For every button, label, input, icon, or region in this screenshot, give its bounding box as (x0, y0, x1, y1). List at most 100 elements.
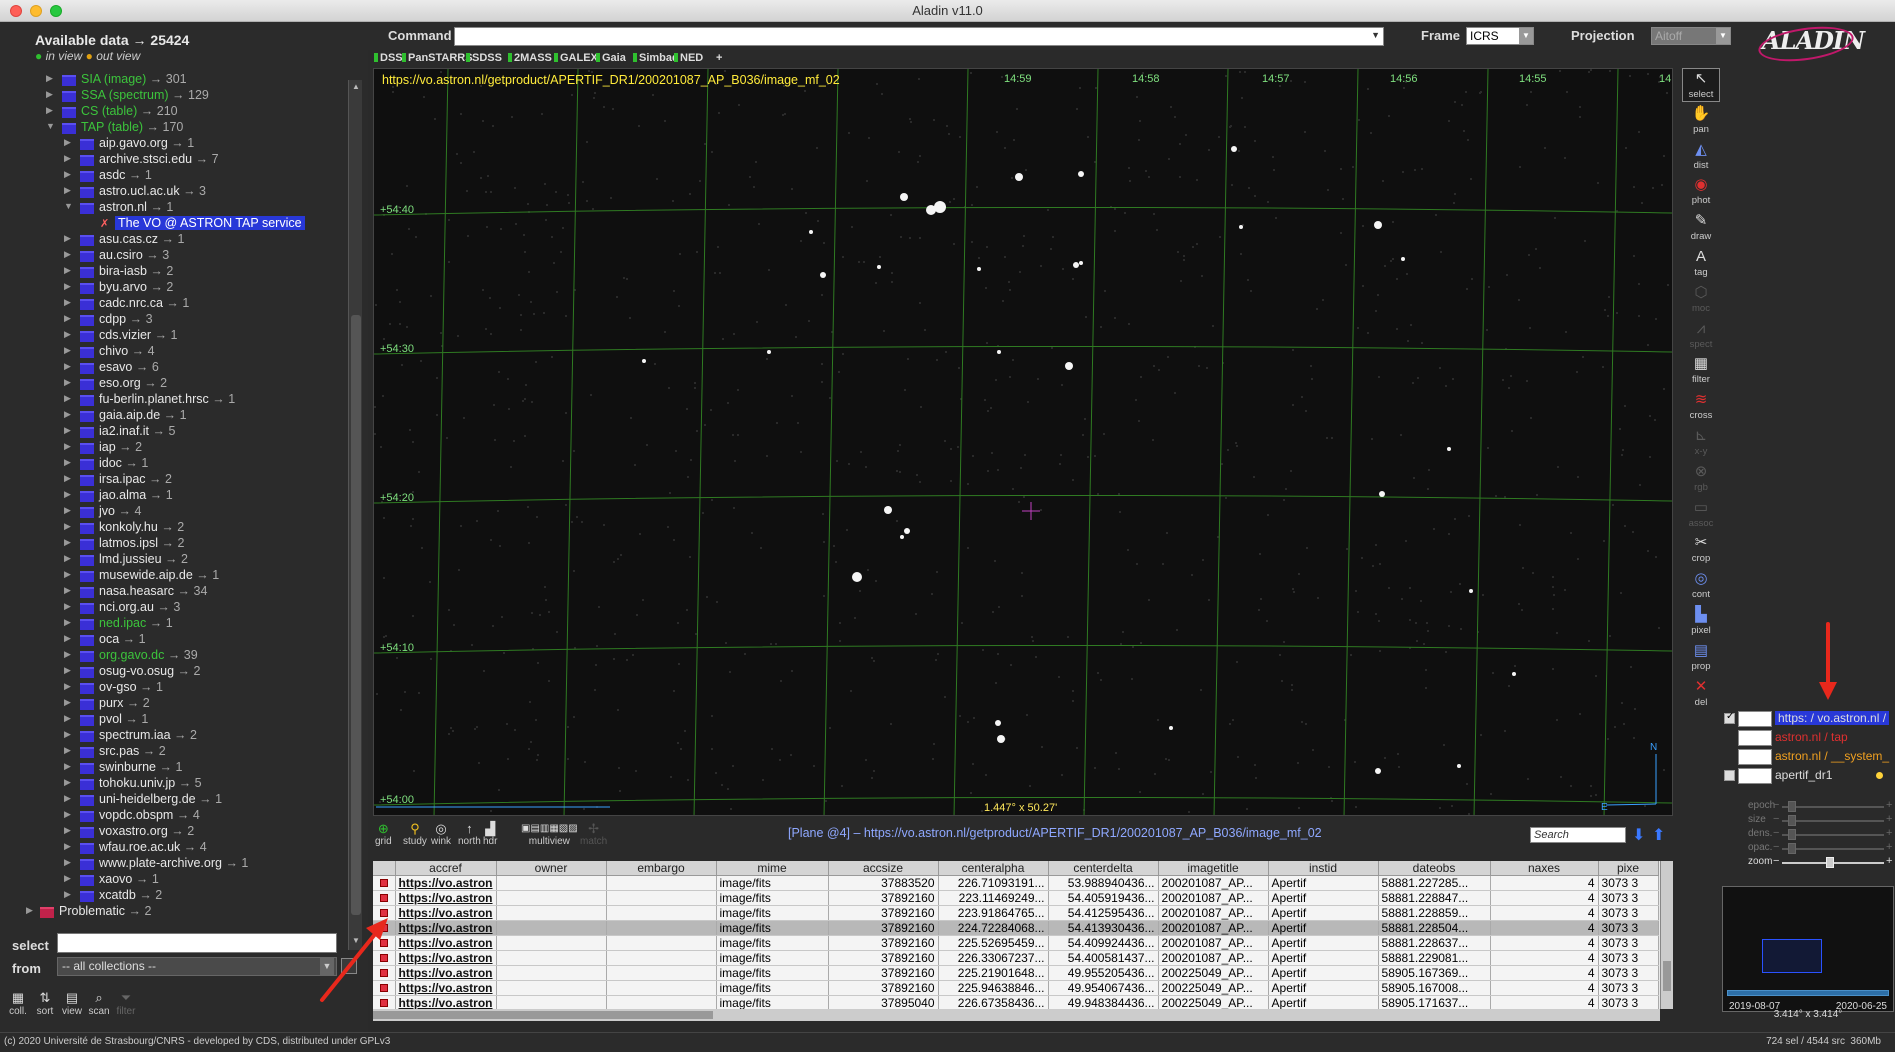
expanded-arrow-icon[interactable]: ▼ (46, 121, 56, 131)
tree-scrollbar-thumb[interactable] (351, 315, 361, 915)
collapsed-arrow-icon[interactable]: ▶ (64, 553, 74, 564)
collapsed-arrow-icon[interactable]: ▶ (64, 601, 74, 612)
tool-hdr[interactable]: ▟ hdr (483, 822, 497, 848)
collapsed-arrow-icon[interactable]: ▶ (64, 777, 74, 788)
tree-item[interactable]: ▶ Problematic → 2 (0, 904, 345, 920)
frame-dropdown[interactable]: ICRS ▼ (1466, 27, 1534, 45)
tool-filter[interactable]: ⏷ filter (110, 990, 142, 1017)
tree-item[interactable]: ▶ nci.org.au → 3 (0, 600, 345, 616)
tree-item[interactable]: ▶ idoc → 1 (0, 456, 345, 472)
tool-wink[interactable]: ◎ wink (431, 822, 451, 848)
plus-icon[interactable]: + (1886, 841, 1892, 853)
plus-icon[interactable]: + (1886, 799, 1892, 811)
row-marker-cell[interactable] (373, 965, 396, 981)
row-marker-cell[interactable] (373, 890, 396, 906)
slider-zoom[interactable]: zoom − + (1720, 855, 1895, 870)
survey-add[interactable]: + (716, 52, 722, 64)
tree-item[interactable]: ▶ swinburne → 1 (0, 760, 345, 776)
tool-multiview[interactable]: ▣▤▥▦▧▨ multiview (521, 822, 578, 847)
tool-match[interactable]: ✢ match (580, 822, 607, 848)
row-marker-cell[interactable] (373, 980, 396, 996)
tree-item[interactable]: ▶ ia2.inaf.it → 5 (0, 424, 345, 440)
cell-accref[interactable]: https://vo.astron (395, 905, 497, 921)
tree-item[interactable]: ▶ au.csiro → 3 (0, 248, 345, 264)
tree-item[interactable]: ▶ cadc.nrc.ca → 1 (0, 296, 345, 312)
collapsed-arrow-icon[interactable]: ▶ (64, 729, 74, 740)
table-horizontal-scrollbar[interactable] (373, 1009, 1660, 1021)
tool-xy[interactable]: ⊾ x-y (1682, 426, 1720, 460)
collapsed-arrow-icon[interactable]: ▶ (64, 329, 74, 340)
tool-grid[interactable]: ⊕ grid (375, 822, 392, 848)
collapsed-arrow-icon[interactable]: ▶ (64, 745, 74, 756)
tree-item[interactable]: ▶ aip.gavo.org → 1 (0, 136, 345, 152)
table-row[interactable]: https://vo.astron image/fits 37892160 225.5… (373, 935, 1659, 951)
tree-item[interactable]: ▶ konkoly.hu → 2 (0, 520, 345, 536)
collapsed-arrow-icon[interactable]: ▶ (64, 169, 74, 180)
table-row[interactable]: https://vo.astron image/fits 37892160 226.3… (373, 950, 1659, 966)
column-header-naxes[interactable]: naxes (1490, 861, 1599, 876)
collapsed-arrow-icon[interactable]: ▶ (64, 761, 74, 772)
table-row[interactable]: https://vo.astron image/fits 37895040 226.6… (373, 995, 1659, 1009)
collapsed-arrow-icon[interactable]: ▶ (64, 713, 74, 724)
projection-dropdown[interactable]: Aitoff ▼ (1651, 27, 1731, 45)
tree-item[interactable]: ▶ nasa.heasarc → 34 (0, 584, 345, 600)
collapsed-arrow-icon[interactable]: ▶ (64, 617, 74, 628)
scroll-down-icon[interactable]: ▼ (351, 936, 361, 948)
tool-filter[interactable]: ▦ filter (1682, 354, 1720, 388)
layer-item[interactable]: astron.nl / tap (1720, 729, 1895, 747)
tree-item[interactable]: ▶ wfau.roe.ac.uk → 4 (0, 840, 345, 856)
tree-item[interactable]: ▶ xcatdb → 2 (0, 888, 345, 904)
tree-scrollbar[interactable]: ▲ ▼ (348, 80, 362, 950)
column-header-mime[interactable]: mime (716, 861, 829, 876)
tree-item[interactable]: ▶ src.pas → 2 (0, 744, 345, 760)
collapsed-arrow-icon[interactable]: ▶ (64, 841, 74, 852)
collapsed-arrow-icon[interactable]: ▶ (64, 681, 74, 692)
cell-accref[interactable]: https://vo.astron (395, 995, 497, 1009)
slider-knob[interactable] (1788, 815, 1796, 826)
slider-knob[interactable] (1788, 801, 1796, 812)
table-vertical-scrollbar[interactable] (1660, 861, 1673, 1009)
slider-epoch[interactable]: epoch − + (1720, 799, 1895, 814)
tool-north[interactable]: ↑ north (458, 822, 481, 848)
tree-item[interactable]: ▶ voxastro.org → 2 (0, 824, 345, 840)
table-row[interactable]: https://vo.astron image/fits 37883520 226.7… (373, 875, 1659, 891)
slider-opac[interactable]: opac. − + (1720, 841, 1895, 856)
tree-item[interactable]: ▶ eso.org → 2 (0, 376, 345, 392)
tree-item[interactable]: ✗ The VO @ ASTRON TAP service (0, 216, 345, 232)
column-header-centerdelta[interactable]: centerdelta (1048, 861, 1159, 876)
select-filter-input[interactable] (57, 933, 337, 953)
collapsed-arrow-icon[interactable]: ▶ (64, 441, 74, 452)
survey-sdss[interactable]: SDSS (466, 52, 502, 64)
layer-item[interactable]: astron.nl / __system_ (1720, 748, 1895, 766)
plus-icon[interactable]: + (1886, 827, 1892, 839)
layer-item[interactable]: apertif_dr1 (1720, 767, 1895, 785)
tree-item[interactable]: ▼ TAP (table) → 170 (0, 120, 345, 136)
table-search-input[interactable]: Search (1530, 827, 1626, 843)
tree-item[interactable]: ▶ jvo → 4 (0, 504, 345, 520)
tree-item[interactable]: ▶ iap → 2 (0, 440, 345, 456)
collapsed-arrow-icon[interactable]: ▶ (64, 793, 74, 804)
row-marker-cell[interactable] (373, 935, 396, 951)
overview-panel[interactable]: 2019-08-07 2020-06-25 3.414° x 3.414° (1722, 886, 1894, 1020)
tree-item[interactable]: ▶ asdc → 1 (0, 168, 345, 184)
collapsed-arrow-icon[interactable]: ▶ (64, 889, 74, 900)
plus-icon[interactable]: + (1886, 855, 1892, 867)
slider-knob[interactable] (1788, 843, 1796, 854)
tree-item[interactable]: ▶ bira-iasb → 2 (0, 264, 345, 280)
collapsed-arrow-icon[interactable]: ▶ (46, 74, 56, 84)
tree-item[interactable]: ▶ irsa.ipac → 2 (0, 472, 345, 488)
overview-view-rectangle[interactable] (1762, 939, 1822, 973)
minus-icon[interactable]: − (1773, 799, 1779, 811)
time-range-bar[interactable] (1727, 990, 1889, 996)
survey-gaia[interactable]: Gaia (596, 52, 626, 64)
cell-accref[interactable]: https://vo.astron (395, 965, 497, 981)
minus-icon[interactable]: − (1773, 827, 1779, 839)
collapsed-arrow-icon[interactable]: ▶ (64, 425, 74, 436)
tree-item[interactable]: ▶ esavo → 6 (0, 360, 345, 376)
tree-item[interactable]: ▶ cdpp → 3 (0, 312, 345, 328)
minus-icon[interactable]: − (1773, 813, 1779, 825)
tree-item[interactable]: ▶ osug-vo.osug → 2 (0, 664, 345, 680)
table-corner-cell[interactable] (373, 861, 396, 876)
tree-item[interactable]: ▶ ned.ipac → 1 (0, 616, 345, 632)
layer-item[interactable]: https: / vo.astron.nl / (1720, 710, 1895, 728)
